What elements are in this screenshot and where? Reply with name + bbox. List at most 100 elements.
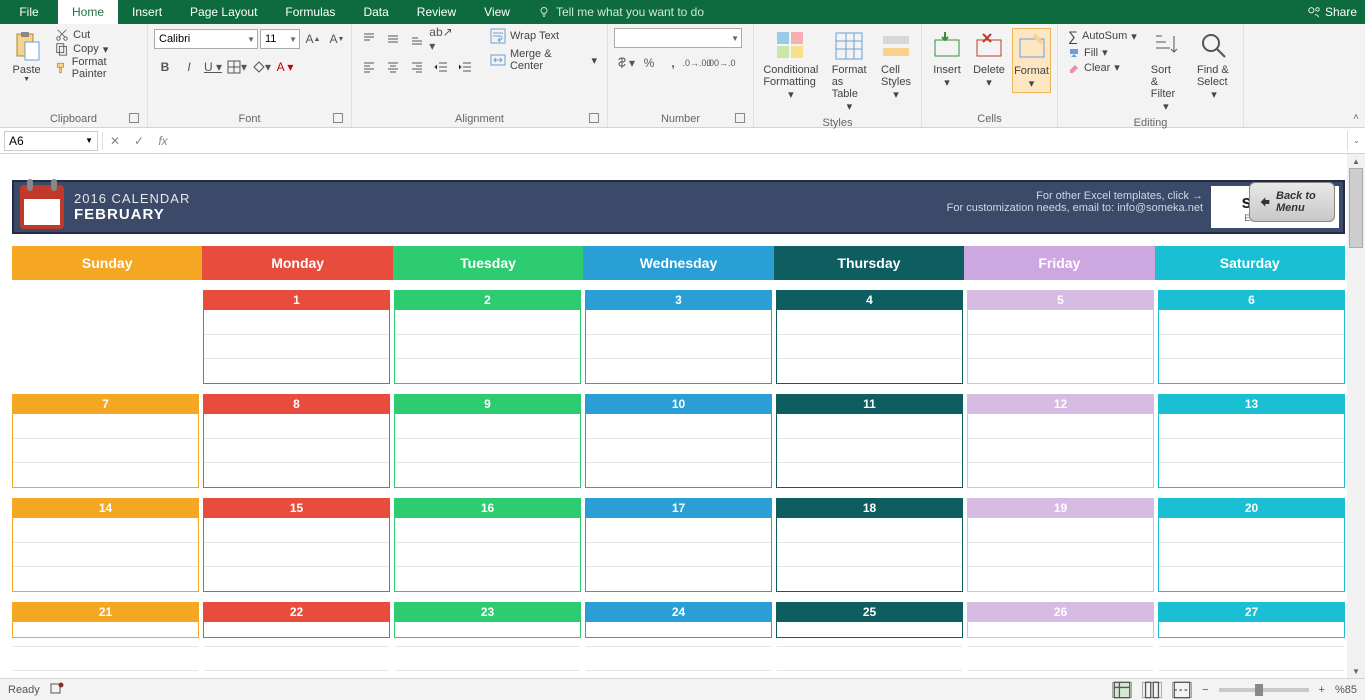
italic-button[interactable]: I [178, 56, 200, 78]
fx-button[interactable]: fx [151, 131, 175, 151]
day-cell[interactable]: 12 [967, 394, 1154, 488]
day-cell[interactable]: 14 [12, 498, 199, 592]
tab-data[interactable]: Data [349, 0, 402, 24]
day-cell[interactable]: 5 [967, 290, 1154, 384]
zoom-slider[interactable] [1219, 688, 1309, 692]
day-cell[interactable]: 25 [776, 602, 963, 638]
day-notes-area[interactable] [585, 310, 772, 384]
cell-styles-button[interactable]: Cell Styles▾ [877, 28, 915, 103]
zoom-level[interactable]: %85 [1335, 684, 1357, 696]
find-select-button[interactable]: Find & Select▾ [1191, 28, 1237, 103]
day-notes-area[interactable] [776, 310, 963, 384]
day-cell[interactable]: 4 [776, 290, 963, 384]
day-cell[interactable]: 18 [776, 498, 963, 592]
scroll-down-arrow[interactable]: ▼ [1347, 664, 1365, 678]
day-notes-area[interactable] [776, 622, 963, 638]
day-cell[interactable]: 8 [203, 394, 390, 488]
shrink-font-button[interactable]: A▼ [326, 28, 348, 50]
day-cell[interactable]: 23 [394, 602, 581, 638]
day-notes-area[interactable] [12, 518, 199, 592]
day-notes-area[interactable] [776, 518, 963, 592]
insert-cells-button[interactable]: Insert▾ [928, 28, 966, 91]
dialog-launcher-clipboard[interactable] [129, 113, 139, 123]
day-cell[interactable]: 17 [585, 498, 772, 592]
day-cell[interactable]: 7 [12, 394, 199, 488]
align-right-button[interactable] [406, 56, 428, 78]
day-cell[interactable]: 2 [394, 290, 581, 384]
day-notes-area[interactable] [1158, 310, 1345, 384]
day-notes-area[interactable] [585, 518, 772, 592]
day-notes-area[interactable] [12, 414, 199, 488]
day-notes-area[interactable] [203, 414, 390, 488]
tab-home[interactable]: Home [58, 0, 118, 24]
underline-button[interactable]: U ▾ [202, 56, 224, 78]
day-notes-area[interactable] [967, 518, 1154, 592]
normal-view-button[interactable] [1112, 682, 1132, 698]
copy-button[interactable]: Copy ▾ [51, 42, 141, 56]
day-notes-area[interactable] [394, 622, 581, 638]
align-top-button[interactable] [358, 28, 380, 50]
enter-formula-button[interactable]: ✓ [127, 131, 151, 151]
day-notes-area[interactable] [967, 622, 1154, 638]
align-bottom-button[interactable] [406, 28, 428, 50]
font-name-combo[interactable]: Calibri▼ [154, 29, 258, 49]
day-notes-area[interactable] [1158, 518, 1345, 592]
sort-filter-button[interactable]: Sort & Filter▾ [1145, 28, 1187, 115]
format-cells-button[interactable]: Format▾ [1012, 28, 1051, 93]
day-notes-area[interactable] [394, 414, 581, 488]
day-notes-area[interactable] [203, 518, 390, 592]
increase-decimal-button[interactable]: .0→.00 [686, 52, 708, 74]
worksheet-area[interactable]: 2016 CALENDAR FEBRUARY For other Excel t… [0, 154, 1365, 678]
formula-input[interactable] [175, 131, 1347, 151]
align-left-button[interactable] [358, 56, 380, 78]
align-center-button[interactable] [382, 56, 404, 78]
day-notes-area[interactable] [585, 414, 772, 488]
day-cell[interactable]: 16 [394, 498, 581, 592]
scroll-thumb[interactable] [1349, 168, 1363, 248]
scroll-up-arrow[interactable]: ▲ [1347, 154, 1365, 168]
day-notes-area[interactable] [967, 310, 1154, 384]
clear-button[interactable]: Clear ▾ [1064, 61, 1141, 74]
tab-review[interactable]: Review [403, 0, 470, 24]
day-notes-area[interactable] [1158, 622, 1345, 638]
day-cell[interactable]: 26 [967, 602, 1154, 638]
day-cell[interactable]: 27 [1158, 602, 1345, 638]
autosum-button[interactable]: ∑AutoSum ▾ [1064, 28, 1141, 44]
grow-font-button[interactable]: A▲ [302, 28, 324, 50]
macro-record-icon[interactable] [50, 681, 64, 698]
format-painter-button[interactable]: Format Painter [51, 56, 141, 80]
tab-file[interactable]: File [0, 0, 58, 24]
delete-cells-button[interactable]: Delete▾ [970, 28, 1008, 91]
day-cell[interactable]: 19 [967, 498, 1154, 592]
day-notes-area[interactable] [776, 414, 963, 488]
paste-button[interactable]: Paste▼ [6, 28, 47, 85]
day-notes-area[interactable] [967, 414, 1154, 488]
fill-color-button[interactable]: ▾ [250, 56, 272, 78]
day-cell[interactable]: 1 [203, 290, 390, 384]
day-cell[interactable]: 22 [203, 602, 390, 638]
tell-me[interactable]: Tell me what you want to do [524, 0, 718, 24]
collapse-ribbon-button[interactable]: ˄ [1353, 112, 1359, 123]
tab-formulas[interactable]: Formulas [271, 0, 349, 24]
zoom-in-button[interactable]: + [1319, 684, 1325, 696]
day-cell[interactable]: 21 [12, 602, 199, 638]
day-notes-area[interactable] [394, 518, 581, 592]
day-cell[interactable]: 10 [585, 394, 772, 488]
percent-button[interactable]: % [638, 52, 660, 74]
day-cell[interactable] [12, 290, 199, 384]
day-cell[interactable]: 15 [203, 498, 390, 592]
number-format-combo[interactable]: ▼ [614, 28, 742, 48]
day-cell[interactable]: 11 [776, 394, 963, 488]
day-cell[interactable]: 9 [394, 394, 581, 488]
vertical-scrollbar[interactable]: ▲ ▼ [1347, 154, 1365, 678]
fill-button[interactable]: Fill ▾ [1064, 46, 1141, 59]
align-middle-button[interactable] [382, 28, 404, 50]
day-cell[interactable]: 3 [585, 290, 772, 384]
page-break-view-button[interactable] [1172, 682, 1192, 698]
name-box[interactable]: A6▼ [4, 131, 98, 151]
conditional-formatting-button[interactable]: Conditional Formatting▾ [760, 28, 822, 103]
merge-center-button[interactable]: Merge & Center ▾ [486, 48, 601, 72]
back-to-menu-button[interactable]: Back to Menu [1249, 182, 1335, 222]
decrease-indent-button[interactable] [430, 56, 452, 78]
day-notes-area[interactable] [12, 622, 199, 638]
